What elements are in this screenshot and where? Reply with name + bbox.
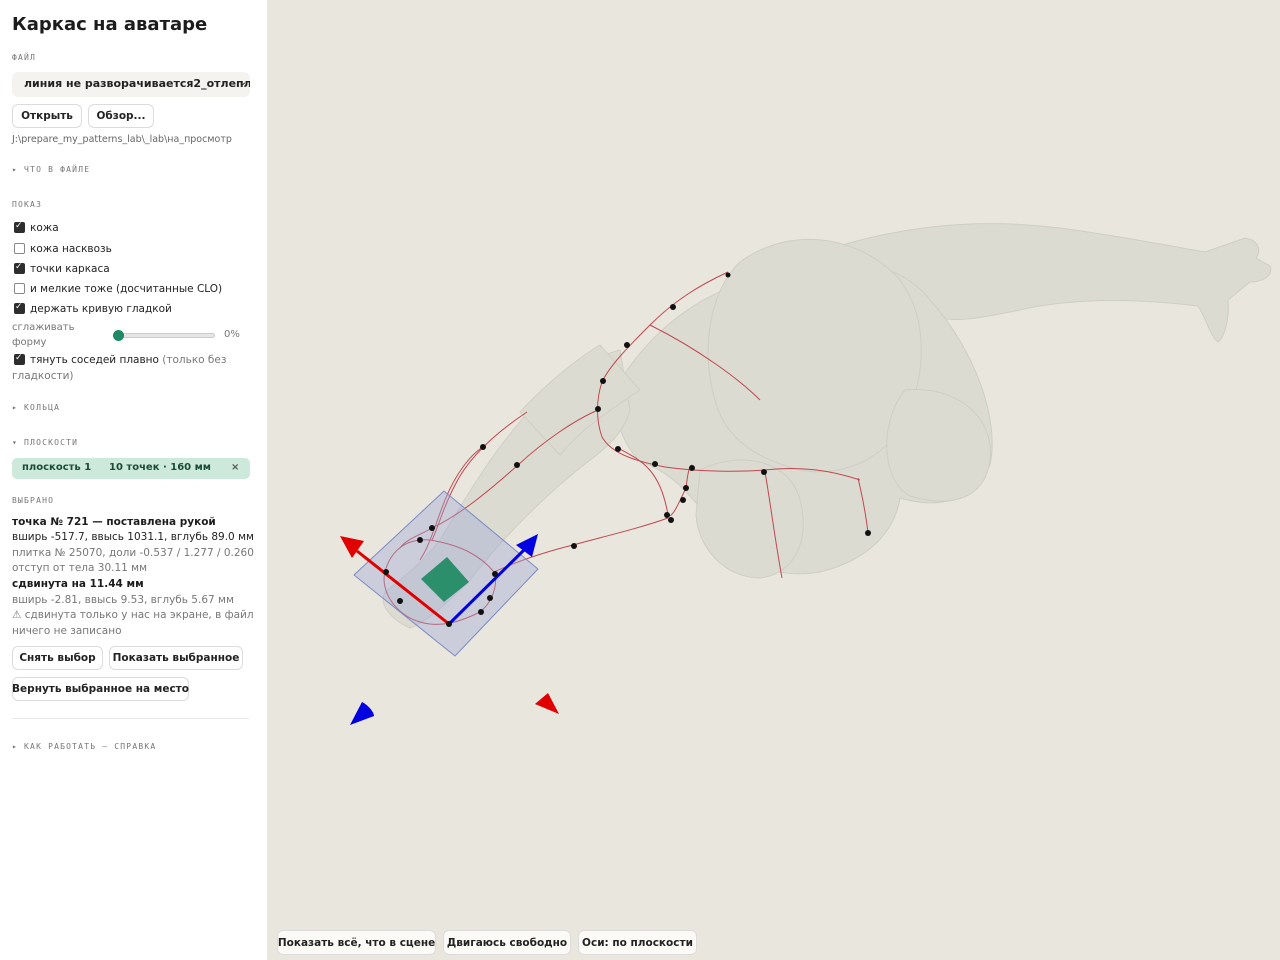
deselect-button[interactable]: Снять выбор bbox=[12, 646, 103, 670]
selected-warning: ⚠ сдвинута только у нас на экране, в фай… bbox=[12, 609, 254, 621]
neighbors-label-text: тянуть соседей плавно bbox=[30, 354, 159, 366]
skin-through-label: кожа насквозь bbox=[30, 243, 112, 255]
plane-remove-icon[interactable]: × bbox=[231, 462, 239, 473]
small-points-checkbox[interactable] bbox=[14, 283, 25, 294]
show-all-button[interactable]: Показать всё, что в сцене bbox=[277, 930, 436, 955]
show-selected-button[interactable]: Показать выбранное bbox=[109, 646, 243, 670]
selected-warning-2: ничего не записано bbox=[12, 625, 122, 637]
smooth-label-line-1: сглаживать bbox=[12, 322, 75, 333]
neighbors-note: (только без bbox=[162, 354, 227, 366]
skin-checkbox[interactable] bbox=[14, 221, 25, 233]
selected-shift: сдвинута на 11.44 мм bbox=[12, 578, 144, 590]
axes-mode-button[interactable]: Оси: по плоскости bbox=[578, 930, 697, 955]
whats-in-file-toggle[interactable]: ▸ ЧТО В ФАЙЛЕ bbox=[12, 165, 90, 174]
rings-toggle[interactable]: ▸ КОЛЬЦА bbox=[12, 403, 60, 412]
selected-point-coords: вширь -517.7, ввысь 1031.1, вглубь 89.0 … bbox=[12, 531, 254, 543]
scene-viewport[interactable]: Показать всё, что в сцене Двигаюсь свобо… bbox=[267, 0, 1280, 960]
smooth-label-line-2: форму bbox=[12, 337, 47, 348]
smooth-value: 0% bbox=[224, 329, 240, 340]
skin-label: кожа bbox=[30, 222, 59, 234]
smooth-label: сглаживать форму bbox=[12, 320, 75, 350]
file-path: J:\prepare_my_patterns_lab\_lab\на_просм… bbox=[12, 134, 232, 145]
neighbors-checkbox[interactable] bbox=[14, 353, 25, 365]
file-section-label: ФАЙЛ bbox=[12, 53, 37, 62]
scene-canvas[interactable] bbox=[267, 0, 1280, 960]
plane-row[interactable]: плоскость 1 10 точек · 160 мм × bbox=[12, 458, 250, 479]
keep-smooth-label: держать кривую гладкой bbox=[30, 303, 172, 315]
small-points-label: и мелкие тоже (досчитанные CLO) bbox=[30, 283, 223, 295]
neighbors-label: тянуть соседей плавно (только без bbox=[30, 354, 226, 366]
selected-shift-coords: вширь -2.81, ввысь 9.53, вглубь 5.67 мм bbox=[12, 594, 234, 606]
keep-smooth-checkbox[interactable] bbox=[14, 302, 25, 314]
planes-toggle[interactable]: ▾ ПЛОСКОСТИ bbox=[12, 438, 78, 447]
smooth-slider-track[interactable] bbox=[118, 333, 215, 338]
return-selected-button[interactable]: Вернуть выбранное на место bbox=[12, 677, 189, 701]
show-section-label: ПОКАЗ bbox=[12, 200, 43, 209]
view-axis-z-icon bbox=[350, 702, 374, 725]
file-select[interactable]: линия не разворачивается2_отлепленная ⌄ bbox=[12, 72, 250, 97]
help-toggle[interactable]: ▸ КАК РАБОТАТЬ — СПРАВКА bbox=[12, 742, 156, 751]
view-axis-x-icon bbox=[535, 693, 559, 714]
open-button[interactable]: Открыть bbox=[12, 104, 82, 128]
frame-points-checkbox[interactable] bbox=[14, 262, 25, 274]
selected-point-title: точка № 721 — поставлена рукой bbox=[12, 516, 216, 528]
divider bbox=[12, 718, 249, 719]
neighbors-note-2: гладкости) bbox=[12, 370, 74, 382]
selected-section-label: ВЫБРАНО bbox=[12, 496, 55, 505]
chevron-down-icon: ⌄ bbox=[238, 77, 247, 88]
smooth-slider-knob[interactable] bbox=[113, 330, 124, 341]
file-select-value: линия не разворачивается2_отлепленная bbox=[24, 77, 250, 90]
browse-button[interactable]: Обзор... bbox=[88, 104, 154, 128]
skin-through-checkbox[interactable] bbox=[14, 243, 25, 254]
panel-title: Каркас на аватаре bbox=[12, 14, 208, 35]
sidebar-panel: Каркас на аватаре ФАЙЛ линия не разворач… bbox=[0, 0, 267, 960]
frame-points-label: точки каркаса bbox=[30, 263, 110, 275]
free-move-button[interactable]: Двигаюсь свободно bbox=[443, 930, 571, 955]
selected-tile: плитка № 25070, доли -0.537 / 1.277 / 0.… bbox=[12, 547, 254, 559]
plane-stats: 10 точек · 160 мм bbox=[109, 462, 211, 473]
avatar-bust-left bbox=[695, 459, 804, 579]
plane-name: плоскость 1 bbox=[22, 462, 92, 473]
selected-offset: отступ от тела 30.11 мм bbox=[12, 562, 148, 574]
